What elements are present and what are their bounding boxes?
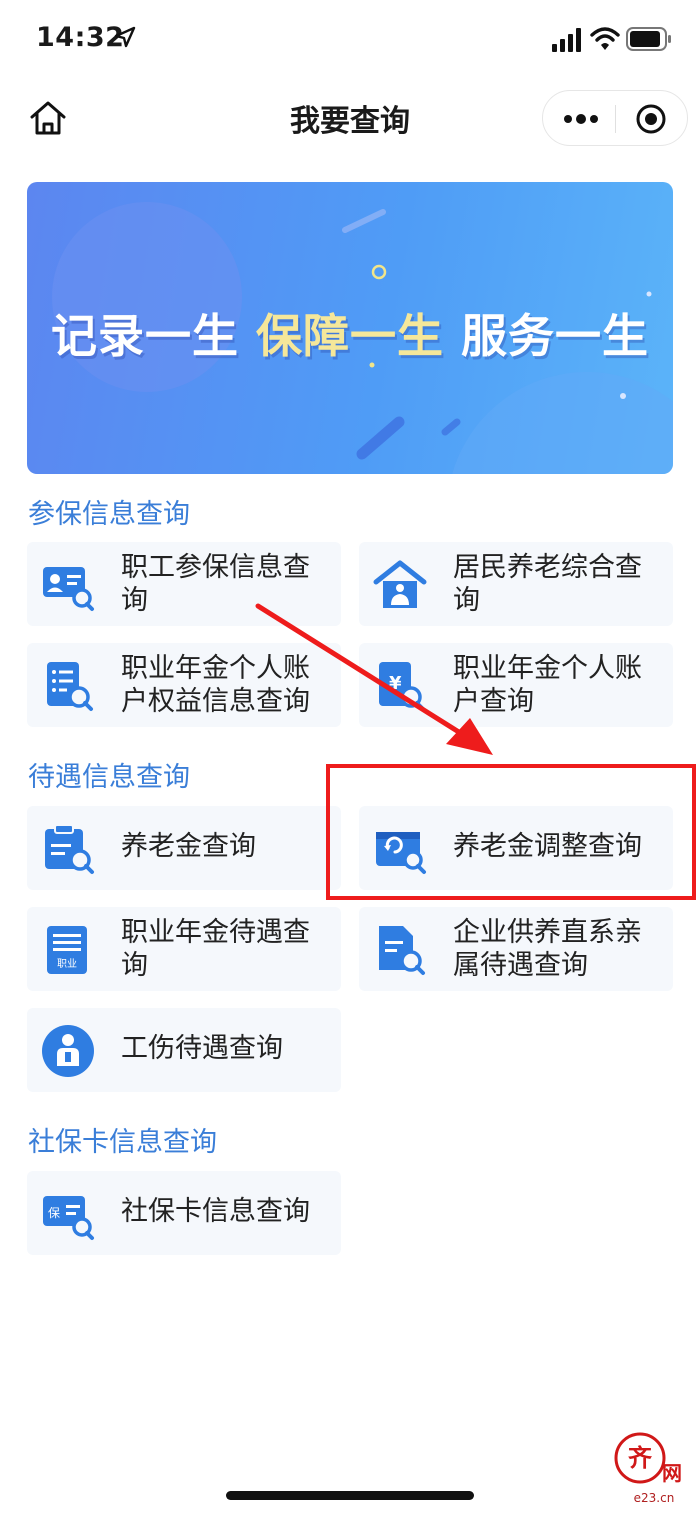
file-search-icon [379,926,425,975]
insurance-card-search-icon: 保 [43,1196,94,1240]
svg-text:齐: 齐 [628,1443,653,1472]
card-label: 职业年金个人账户权益信息查询 [121,653,310,717]
query-card-pension[interactable]: 养老金查询 [27,806,341,890]
query-card-employee-insurance[interactable]: 职工参保信息查询 [27,542,341,626]
card-label: 企业供养直系亲属待遇查询 [453,917,642,981]
query-card-annuity-rights[interactable]: 职业年金个人账户权益信息查询 [27,643,341,727]
watermark-text: e23.cn [634,1491,675,1505]
location-arrow-icon [114,26,136,48]
annuity-badge-text: 职业 [57,958,77,970]
section-title-social-card: 社保卡信息查询 [28,1127,217,1158]
card-label: 工伤待遇查询 [121,1033,283,1064]
card-label: 职工参保信息查询 [121,552,310,616]
wifi-icon [590,27,620,50]
card-label: 职业年金个人账户查询 [453,653,642,717]
svg-text:网: 网 [662,1461,682,1485]
query-card-work-injury[interactable]: 工伤待遇查询 [27,1008,341,1092]
section-title-benefit-info: 待遇信息查询 [28,762,190,793]
banner[interactable]: 记录一生 保障一生 服务一生 [27,182,673,474]
banner-slogan: 记录一生 保障一生 服务一生 [27,300,673,366]
query-card-annuity-account[interactable]: ¥ 职业年金个人账户查询 [359,643,673,727]
status-time: 14:32 [36,22,125,53]
card-label: 养老金查询 [121,831,256,862]
query-card-annuity-benefit[interactable]: 职业 职业年金待遇查询 [27,907,341,991]
home-indicator [226,1491,474,1500]
slogan-protect: 保障一生 [256,309,444,363]
query-card-resident-pension[interactable]: 居民养老综合查询 [359,542,673,626]
close-miniprogram-icon[interactable] [635,103,667,135]
miniprogram-capsule [542,90,688,146]
watermark-logo: 齐 网 e23.cn [614,1432,682,1505]
slogan-service: 服务一生 [444,309,650,363]
card-label: 居民养老综合查询 [453,552,642,616]
id-card-search-icon [43,567,94,611]
query-card-dependents-benefit[interactable]: 企业供养直系亲属待遇查询 [359,907,673,991]
slogan-record: 记录一生 [50,309,256,363]
more-icon[interactable] [561,107,601,131]
svg-text:¥: ¥ [389,673,402,694]
card-label: 社保卡信息查询 [121,1196,310,1227]
house-person-icon [373,560,427,608]
query-card-social-security-card[interactable]: 保 社保卡信息查询 [27,1171,341,1255]
section-title-insured-info: 参保信息查询 [28,499,190,530]
cellular-signal-icon [552,28,581,52]
document-badge-icon: 职业 [47,926,87,974]
injured-person-icon [42,1025,94,1077]
battery-icon [626,27,671,51]
clipboard-search-icon [45,824,94,874]
card-badge-text: 保 [48,1206,60,1220]
annotation-highlight-box [326,764,696,900]
card-label: 职业年金待遇查询 [121,917,310,981]
capsule-divider [615,105,616,133]
document-list-search-icon [47,662,93,711]
yuan-document-search-icon: ¥ [379,662,425,711]
